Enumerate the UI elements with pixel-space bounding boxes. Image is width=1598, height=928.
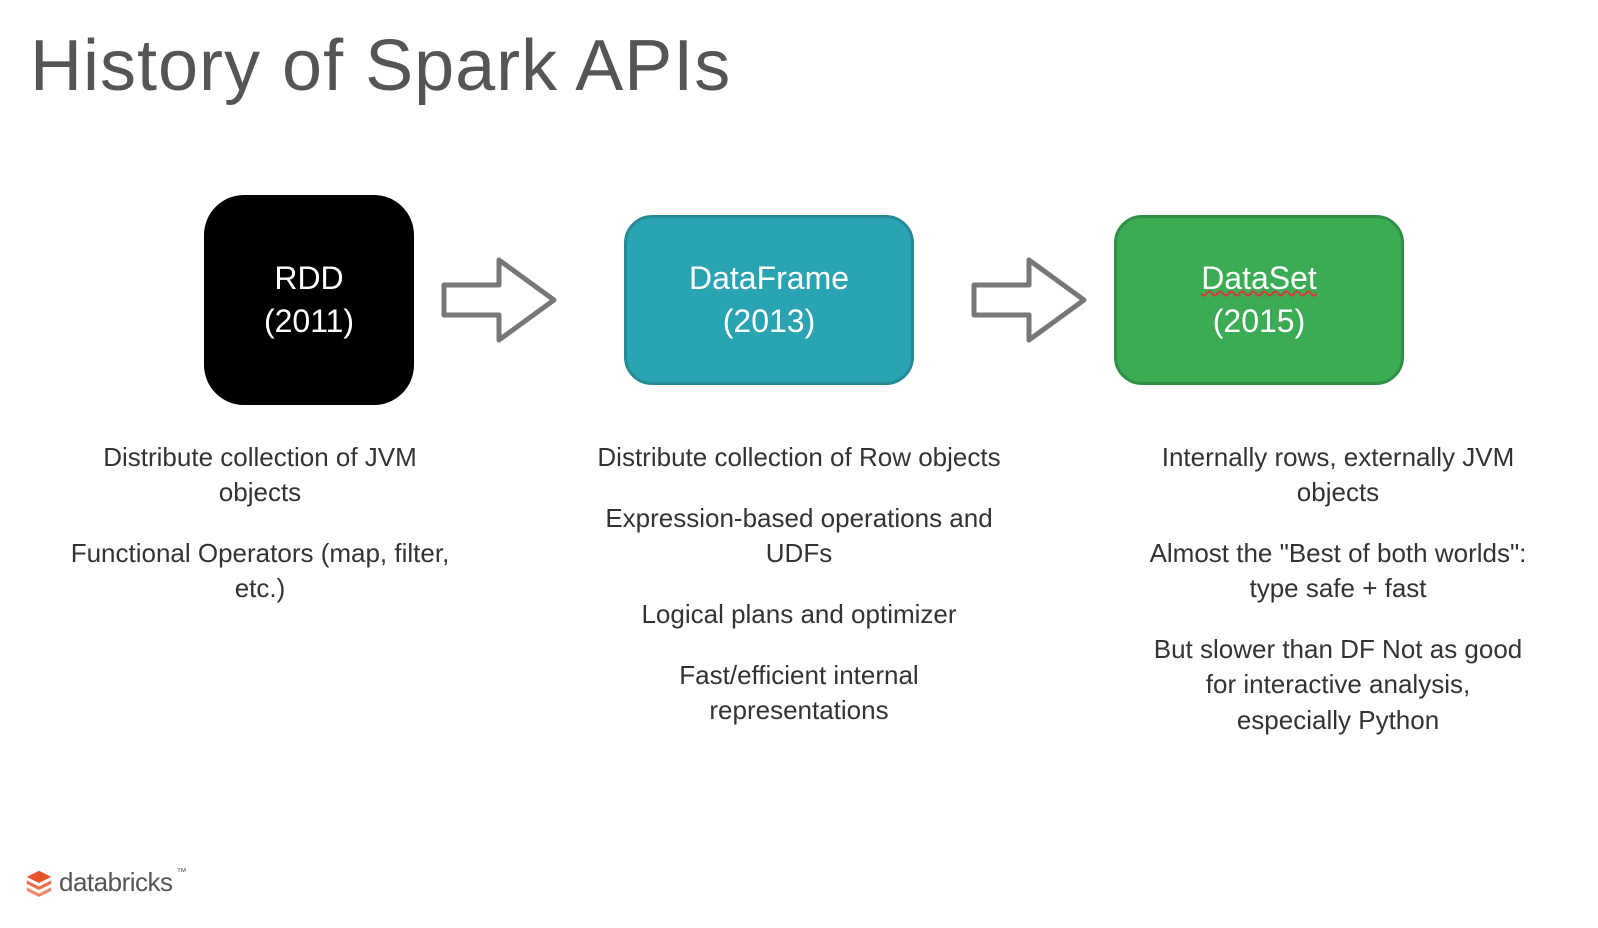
slide-title: History of Spark APIs bbox=[30, 25, 731, 107]
desc-dataset: Internally rows, externally JVM objects … bbox=[1148, 440, 1528, 764]
node-rdd-year: (2011) bbox=[264, 300, 354, 343]
logo-trademark: ™ bbox=[177, 867, 187, 878]
desc-text: Logical plans and optimizer bbox=[589, 597, 1009, 632]
desc-text: Functional Operators (map, filter, etc.) bbox=[70, 536, 450, 606]
desc-dataframe: Distribute collection of Row objects Exp… bbox=[589, 440, 1009, 764]
desc-rdd: Distribute collection of JVM objects Fun… bbox=[70, 440, 450, 764]
desc-text: But slower than DF Not as good for inter… bbox=[1148, 632, 1528, 737]
descriptions-row: Distribute collection of JVM objects Fun… bbox=[0, 440, 1598, 764]
node-rdd: RDD (2011) bbox=[204, 195, 414, 405]
arrow-icon bbox=[969, 250, 1089, 350]
desc-text: Almost the "Best of both worlds": type s… bbox=[1148, 536, 1528, 606]
node-dataframe-year: (2013) bbox=[723, 300, 816, 343]
node-dataframe-name: DataFrame bbox=[689, 257, 849, 300]
node-dataset: DataSet (2015) bbox=[1114, 215, 1404, 385]
desc-text: Distribute collection of Row objects bbox=[589, 440, 1009, 475]
desc-text: Expression-based operations and UDFs bbox=[589, 501, 1009, 571]
node-rdd-name: RDD bbox=[274, 257, 343, 300]
timeline-row: RDD (2011) DataFrame (2013) DataSet (201… bbox=[0, 195, 1598, 405]
node-dataframe: DataFrame (2013) bbox=[624, 215, 914, 385]
databricks-icon bbox=[25, 869, 53, 897]
databricks-logo: databricks ™ bbox=[25, 867, 189, 898]
desc-text: Distribute collection of JVM objects bbox=[70, 440, 450, 510]
desc-text: Internally rows, externally JVM objects bbox=[1148, 440, 1528, 510]
logo-text: databricks bbox=[59, 867, 173, 898]
node-dataset-name: DataSet bbox=[1201, 257, 1317, 300]
node-dataset-year: (2015) bbox=[1213, 300, 1306, 343]
desc-text: Fast/efficient internal representations bbox=[589, 658, 1009, 728]
arrow-icon bbox=[439, 250, 559, 350]
